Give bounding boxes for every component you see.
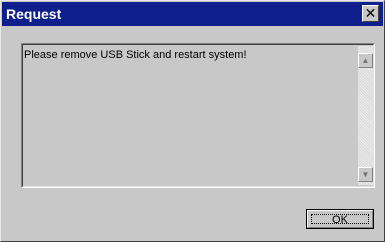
- chevron-down-icon: ▼: [361, 170, 370, 179]
- ok-button[interactable]: OK: [306, 209, 374, 229]
- request-dialog: Request ✕ Please remove USB Stick and re…: [0, 0, 385, 242]
- vertical-scrollbar[interactable]: ▲ ▼: [358, 46, 373, 185]
- ok-button-face: OK: [307, 210, 373, 228]
- message-text: Please remove USB Stick and restart syst…: [24, 49, 247, 61]
- title-bar[interactable]: Request ✕: [2, 2, 383, 26]
- scroll-up-button[interactable]: ▲: [358, 53, 373, 68]
- dialog-title: Request: [6, 6, 62, 22]
- message-area: Please remove USB Stick and restart syst…: [21, 43, 375, 188]
- ok-button-label: OK: [332, 214, 348, 226]
- chevron-up-icon: ▲: [361, 56, 370, 65]
- close-button[interactable]: ✕: [362, 5, 379, 22]
- scroll-down-button[interactable]: ▼: [358, 167, 373, 182]
- close-icon: ✕: [364, 5, 377, 21]
- message-area-inner: Please remove USB Stick and restart syst…: [22, 44, 374, 187]
